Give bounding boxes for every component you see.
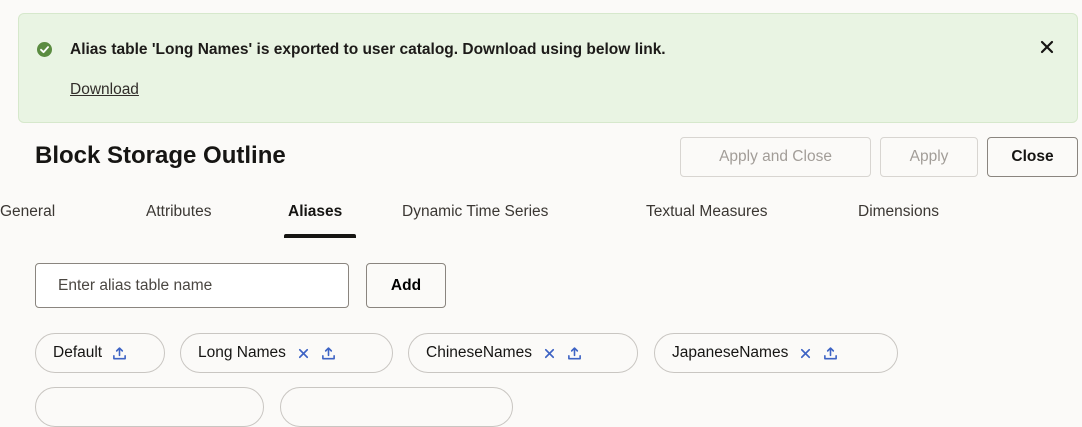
success-banner: Alias table 'Long Names' is exported to … (18, 13, 1078, 123)
banner-message: Alias table 'Long Names' is exported to … (70, 41, 666, 58)
chip-label: ChineseNames (426, 344, 532, 361)
chip-label: JapaneseNames (672, 344, 789, 361)
upload-icon[interactable] (567, 346, 582, 361)
alias-chip-chinese-names: ChineseNames (408, 333, 638, 373)
alias-chip-japanese-names: JapaneseNames (654, 333, 898, 373)
tab-bar: General Attributes Aliases Dynamic Time … (0, 197, 1082, 241)
apply-and-close-button[interactable]: Apply and Close (680, 137, 871, 177)
close-icon[interactable] (1037, 37, 1057, 57)
close-icon[interactable] (798, 346, 813, 361)
upload-icon[interactable] (823, 346, 838, 361)
close-icon[interactable] (542, 346, 557, 361)
chip-label: Default (53, 344, 103, 361)
page-title: Block Storage Outline (35, 142, 286, 169)
upload-icon[interactable] (112, 346, 127, 361)
chip-label: Long Names (198, 344, 286, 361)
tab-textual-measures[interactable]: Textual Measures (646, 203, 767, 221)
close-button[interactable]: Close (987, 137, 1078, 177)
close-icon[interactable] (296, 346, 311, 361)
alias-chip-partial-2 (280, 387, 513, 427)
upload-icon[interactable] (321, 346, 336, 361)
alias-chip-partial-1 (35, 387, 264, 427)
alias-chip-long-names: Long Names (180, 333, 393, 373)
alias-table-name-input[interactable] (35, 263, 349, 308)
tab-dynamic-time-series[interactable]: Dynamic Time Series (402, 203, 548, 221)
tab-general[interactable]: General (0, 203, 55, 221)
tab-attributes[interactable]: Attributes (146, 203, 211, 221)
alias-chip-default: Default (35, 333, 165, 373)
tab-aliases[interactable]: Aliases (288, 203, 342, 221)
add-button[interactable]: Add (366, 263, 446, 308)
download-link[interactable]: Download (70, 81, 139, 99)
apply-button[interactable]: Apply (880, 137, 978, 177)
active-tab-indicator (284, 234, 356, 238)
check-circle-icon (37, 42, 52, 57)
tab-dimensions[interactable]: Dimensions (858, 203, 939, 221)
